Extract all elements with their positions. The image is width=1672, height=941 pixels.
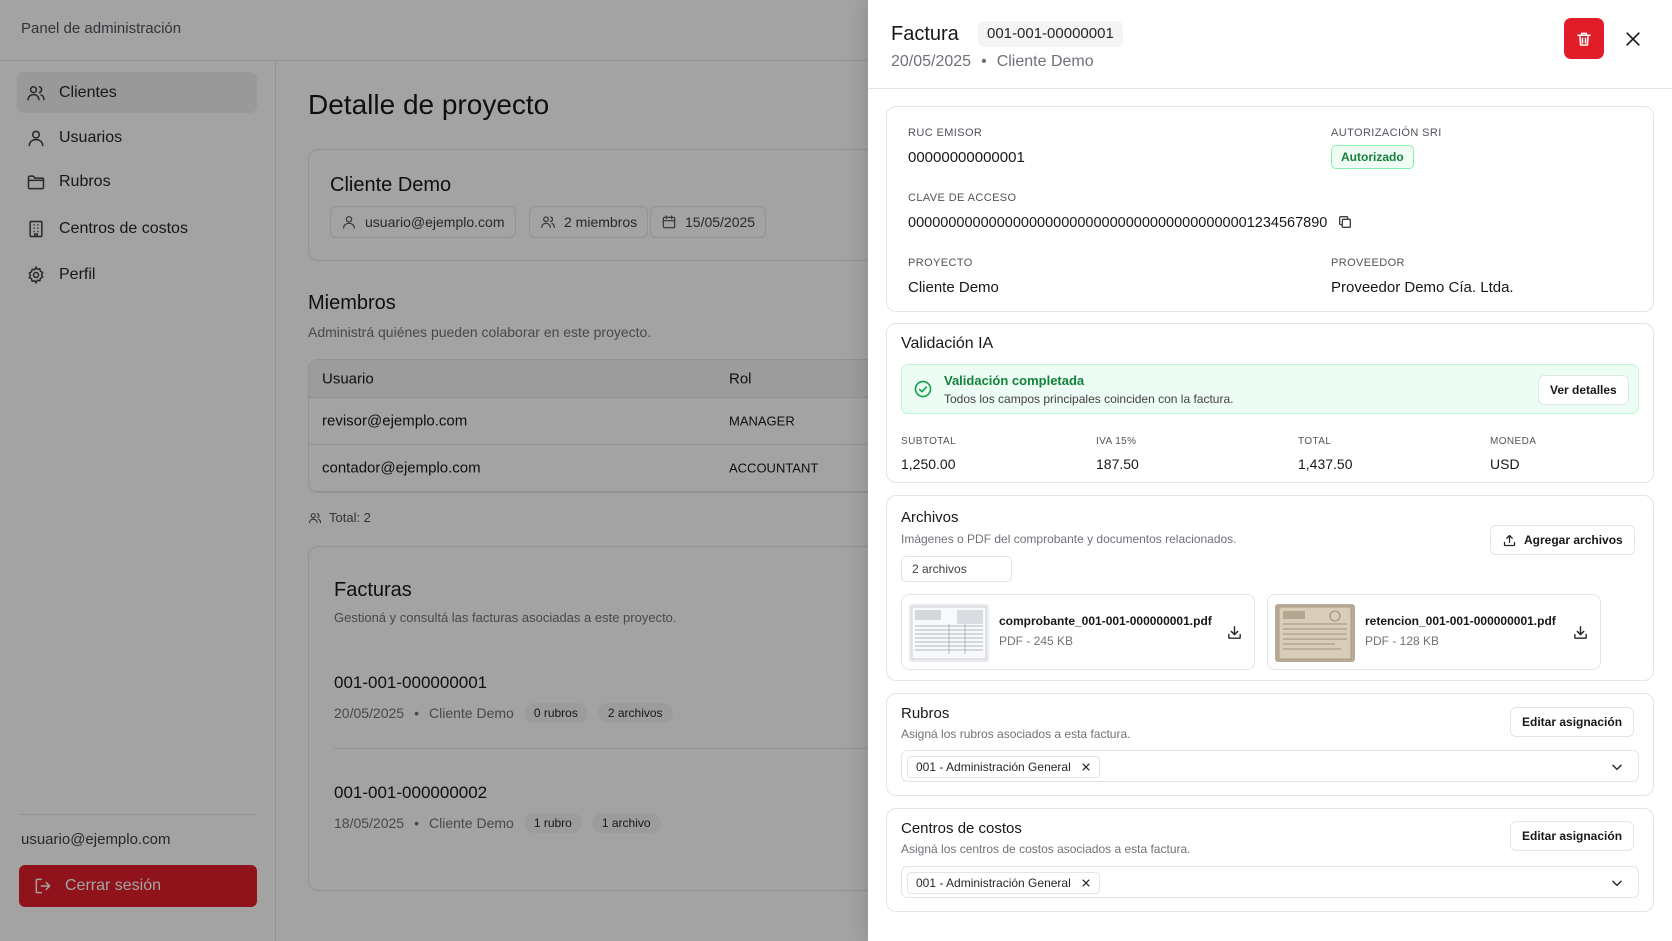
iva-label: IVA 15% (1096, 436, 1137, 447)
close-drawer-button[interactable] (1621, 27, 1645, 51)
meta-separator: • (981, 53, 987, 70)
centro-tag-label: 001 - Administración General (916, 876, 1071, 890)
invoice-details-card: RUC EMISOR 00000000000001 AUTORIZACIÓN S… (886, 106, 1654, 312)
rubros-card: Rubros Asigná los rubros asociados a est… (886, 693, 1654, 796)
file-name: retencion_001-001-000000001.pdf (1365, 614, 1556, 628)
invoice-drawer: Factura 001-001-00000001 20/05/2025 • Cl… (868, 0, 1672, 941)
drawer-meta: 20/05/2025 • Cliente Demo (891, 53, 1094, 71)
rubros-subtitle: Asigná los rubros asociados a esta factu… (901, 727, 1131, 741)
edit-centros-button[interactable]: Editar asignación (1510, 821, 1635, 851)
file-item[interactable]: retencion_001-001-000000001.pdf PDF - 12… (1267, 594, 1601, 670)
centro-tag: 001 - Administración General (907, 872, 1100, 894)
rubro-tag-label: 001 - Administración General (916, 760, 1071, 774)
file-thumbnail (909, 604, 989, 662)
ia-status-banner: Validación completada Todos los campos p… (901, 364, 1639, 414)
rubro-tag: 001 - Administración General (907, 756, 1100, 778)
view-details-button[interactable]: Ver detalles (1538, 375, 1629, 405)
modal-overlay[interactable] (0, 0, 868, 941)
remove-tag-icon[interactable] (1081, 878, 1091, 888)
upload-icon (1503, 534, 1516, 546)
trash-icon (1577, 32, 1591, 46)
ia-status-text: Todos los campos principales coinciden c… (944, 392, 1234, 406)
file-name: comprobante_001-001-000000001.pdf (999, 614, 1212, 628)
subtotal-value: 1,250.00 (901, 456, 956, 472)
ia-status-title: Validación completada (944, 373, 1085, 388)
chevron-down-icon[interactable] (1610, 876, 1624, 890)
close-icon (1626, 32, 1640, 46)
auth-status-badge: Autorizado (1331, 145, 1414, 169)
add-files-button[interactable]: Agregar archivos (1490, 525, 1635, 555)
currency-label: MONEDA (1490, 436, 1537, 447)
remove-tag-icon[interactable] (1081, 762, 1091, 772)
subtotal-label: SUBTOTAL (901, 436, 957, 447)
invoice-client: Cliente Demo (996, 53, 1094, 70)
centros-subtitle: Asigná los centros de costos asociados a… (901, 842, 1191, 856)
file-meta: PDF - 245 KB (999, 634, 1074, 648)
files-card: Archivos Imágenes o PDF del comprobante … (886, 495, 1654, 681)
download-icon[interactable] (1572, 624, 1589, 641)
add-files-label: Agregar archivos (1524, 533, 1623, 547)
rubros-title: Rubros (901, 705, 950, 722)
invoice-date: 20/05/2025 (891, 53, 972, 70)
chevron-down-icon[interactable] (1610, 760, 1624, 774)
invoice-number-badge: 001-001-00000001 (978, 21, 1123, 47)
ia-validation-card: Validación IA Validación completada Todo… (886, 323, 1654, 483)
provider-label: PROVEEDOR (1331, 257, 1405, 269)
file-meta: PDF - 128 KB (1365, 634, 1440, 648)
rubros-select[interactable]: 001 - Administración General (901, 750, 1639, 782)
access-key-label: CLAVE DE ACCESO (908, 192, 1017, 204)
download-icon[interactable] (1226, 624, 1243, 641)
project-value: Cliente Demo (908, 279, 999, 296)
delete-invoice-button[interactable] (1564, 18, 1604, 59)
files-subtitle: Imágenes o PDF del comprobante y documen… (901, 532, 1237, 546)
copy-icon[interactable] (1337, 214, 1353, 230)
total-label: TOTAL (1298, 436, 1332, 447)
drawer-title: Factura (891, 23, 959, 45)
ruc-value: 00000000000001 (908, 149, 1025, 166)
check-circle-icon (914, 380, 932, 398)
file-thumbnail (1275, 604, 1355, 662)
access-key-value: 0000000000000000000000000000000000000000… (908, 215, 1328, 231)
file-item[interactable]: comprobante_001-001-000000001.pdf PDF - … (901, 594, 1255, 670)
total-value: 1,437.50 (1298, 456, 1353, 472)
auth-label: AUTORIZACIÓN SRI (1331, 127, 1442, 139)
drawer-header: Factura 001-001-00000001 20/05/2025 • Cl… (868, 0, 1672, 89)
project-label: PROYECTO (908, 257, 973, 269)
files-count: 2 archivos (901, 556, 1012, 582)
edit-rubros-button[interactable]: Editar asignación (1510, 707, 1635, 737)
iva-value: 187.50 (1096, 456, 1139, 472)
centros-select[interactable]: 001 - Administración General (901, 866, 1639, 898)
ia-title: Validación IA (901, 335, 994, 352)
provider-value: Proveedor Demo Cía. Ltda. (1331, 279, 1514, 296)
files-title: Archivos (901, 509, 959, 526)
centros-title: Centros de costos (901, 820, 1022, 837)
centros-card: Centros de costos Asigná los centros de … (886, 808, 1654, 912)
currency-value: USD (1490, 456, 1520, 472)
ruc-label: RUC EMISOR (908, 127, 983, 139)
